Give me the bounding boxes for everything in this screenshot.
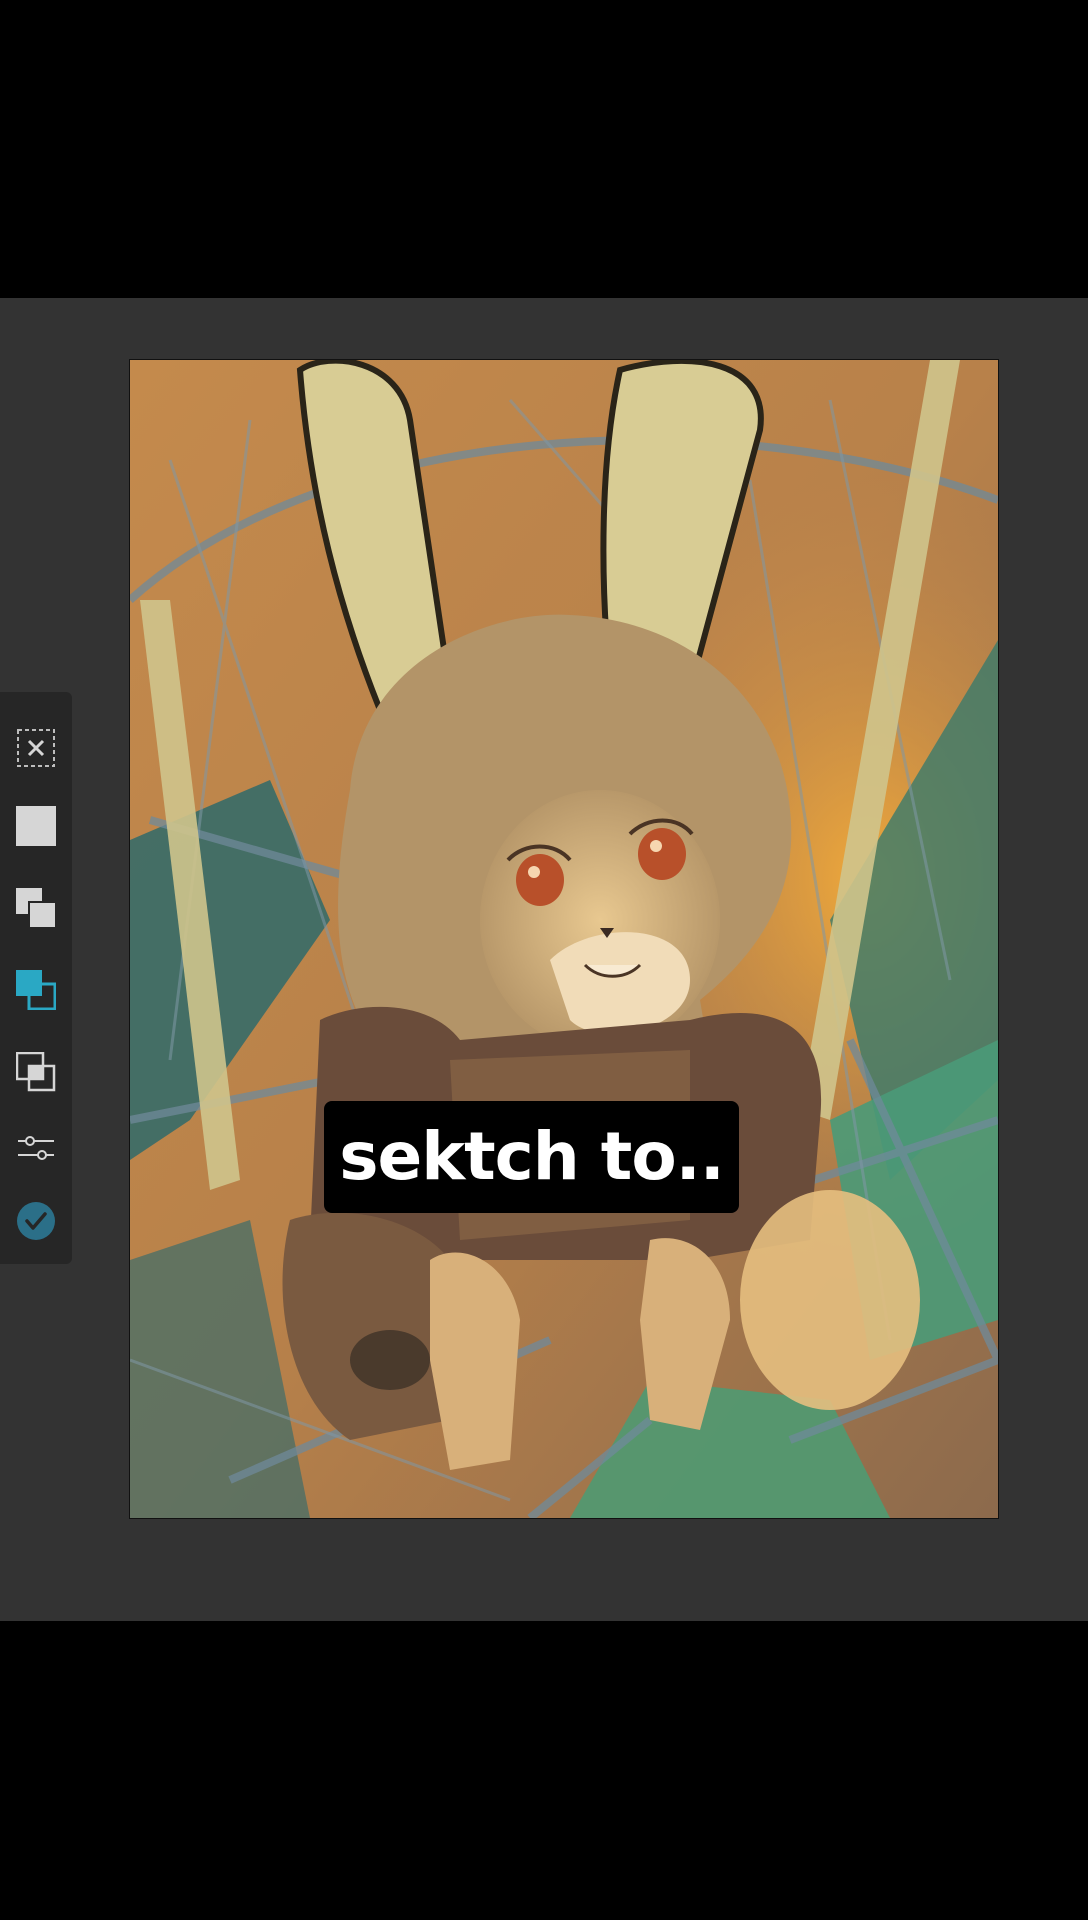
duplicate-squares-icon (16, 888, 56, 928)
check-circle-icon (17, 1202, 55, 1240)
selection-toolbar (0, 692, 72, 1264)
confirm-button[interactable] (12, 1197, 60, 1245)
sliders-icon (18, 1136, 54, 1160)
duplicate-button[interactable] (12, 884, 60, 932)
painting-artwork (130, 360, 998, 1518)
layer-copy-icon (16, 970, 56, 1010)
copy-to-layer-button[interactable] (12, 966, 60, 1014)
screen: sektch to.. (0, 0, 1088, 1920)
fill-layer-button[interactable] (12, 802, 60, 850)
deselect-button[interactable] (12, 724, 60, 772)
merge-button[interactable] (12, 1048, 60, 1096)
filled-square-icon (16, 806, 56, 846)
video-caption: sektch to.. (324, 1101, 739, 1213)
adjustments-button[interactable] (12, 1124, 60, 1172)
dashed-box-x-icon (17, 729, 55, 767)
merge-squares-icon (16, 1052, 56, 1092)
drawing-canvas[interactable] (129, 359, 999, 1519)
